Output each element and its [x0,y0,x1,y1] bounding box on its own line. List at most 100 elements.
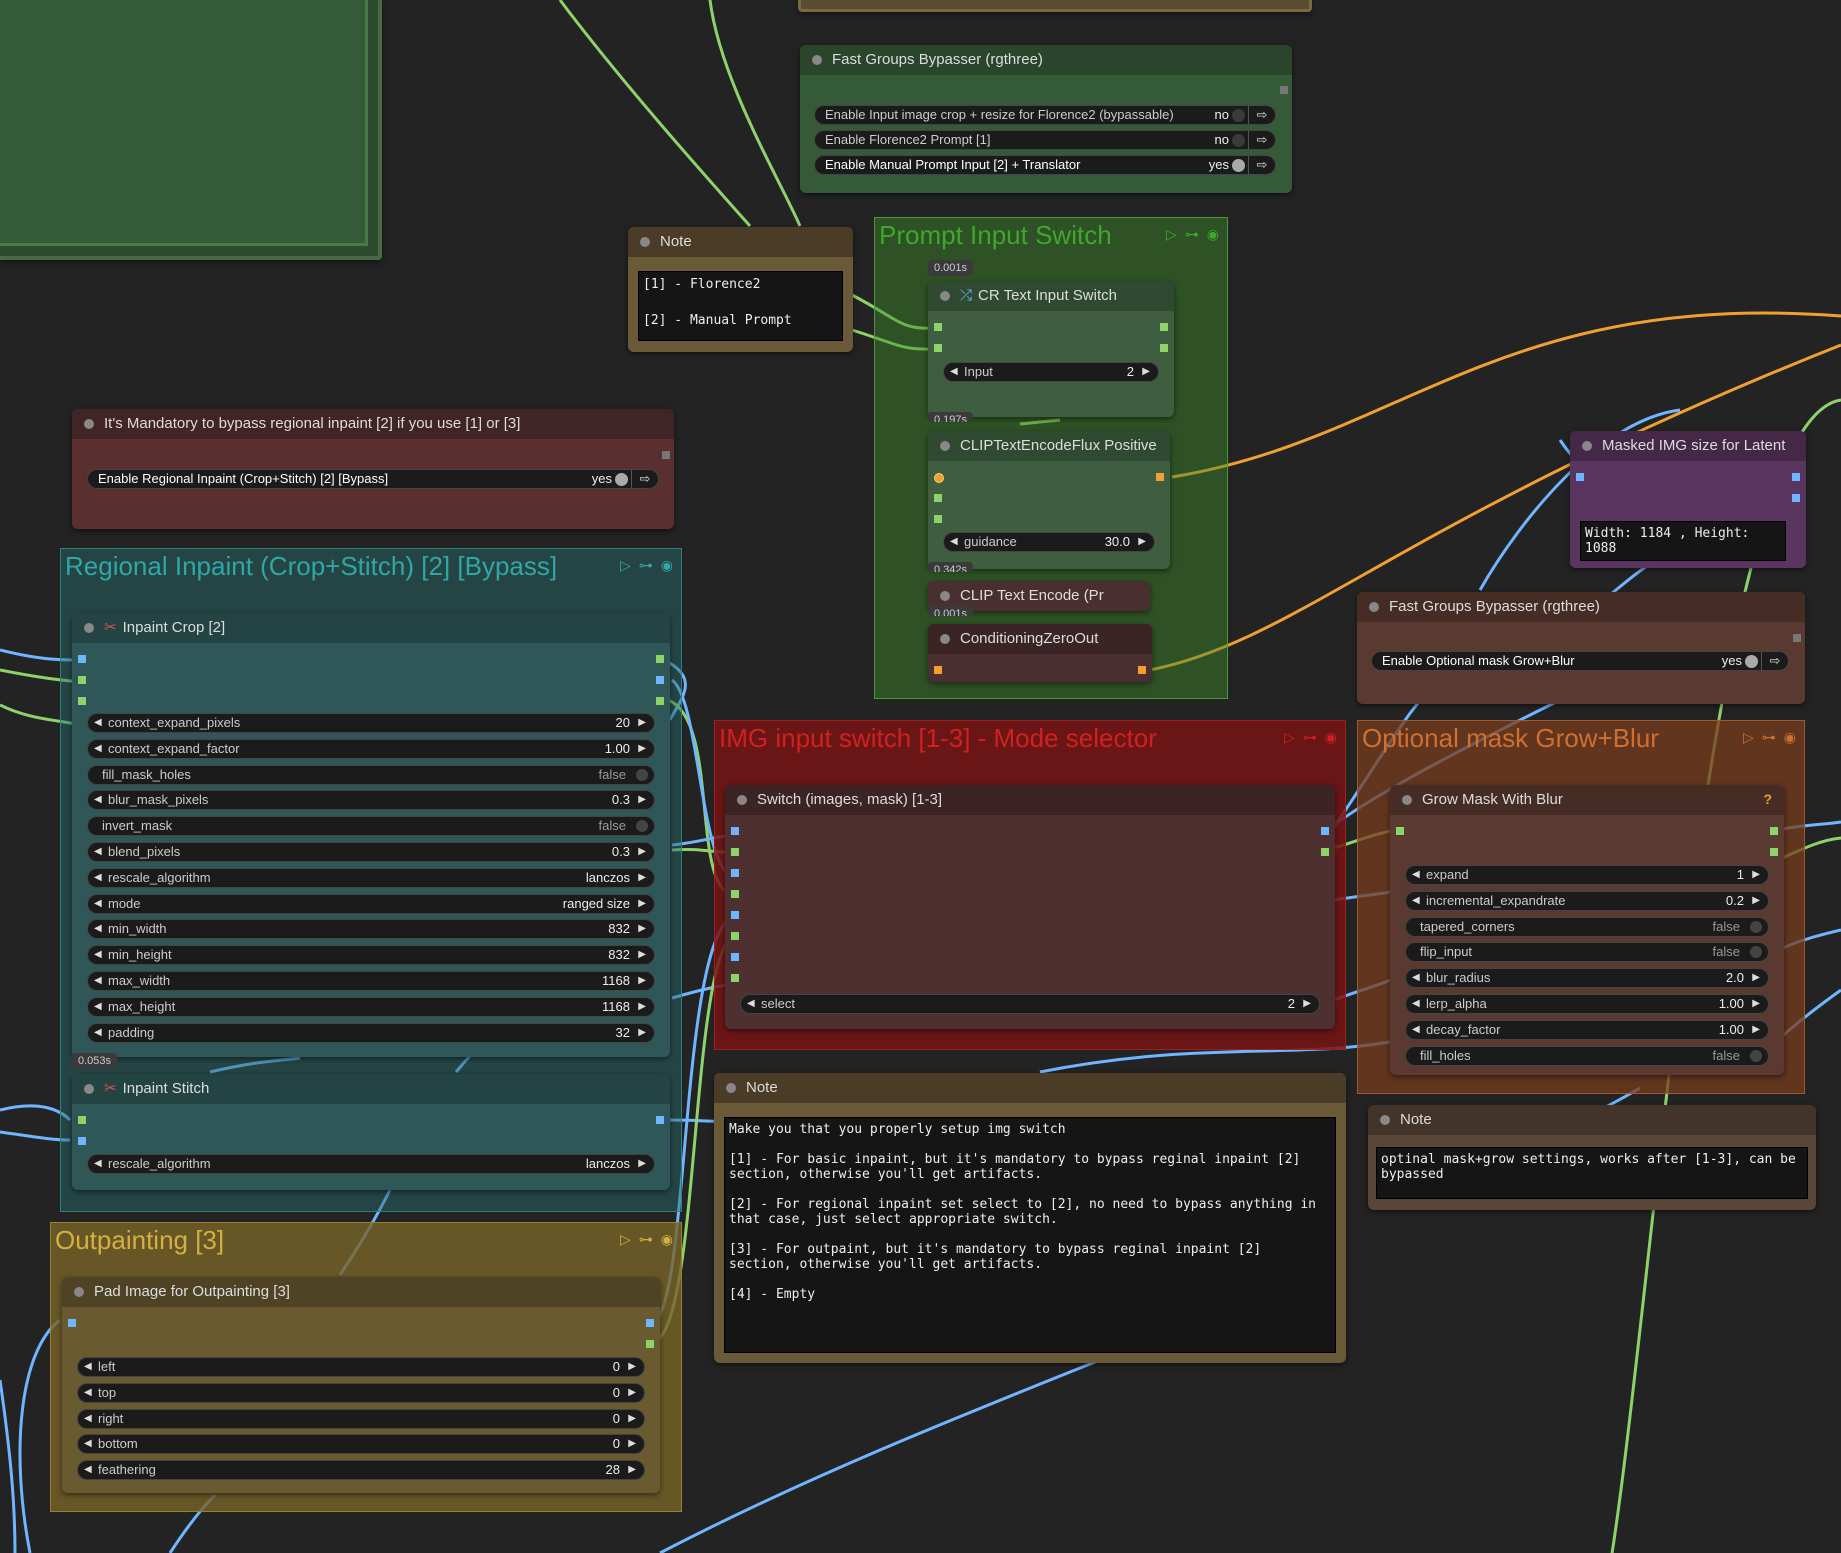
collapse-dot-icon[interactable] [640,237,650,247]
input-socket[interactable] [68,1319,76,1327]
node-title[interactable]: ⤮ CR Text Input Switch [928,281,1174,311]
output-socket[interactable] [662,451,670,459]
eye-icon[interactable]: ◉ [661,557,673,574]
arrow-right-icon[interactable]: ▶ [638,998,646,1016]
clip-input-socket[interactable] [934,473,944,483]
widget-invert-mask[interactable]: invert_mask false [87,816,655,837]
widget-blend-pixels[interactable]: ◀ blend_pixels 0.3 ▶ [87,842,655,862]
switch-images-mask-node[interactable]: Switch (images, mask) [1-3] ◀ select 2 ▶ [725,785,1335,1029]
arrow-left-icon[interactable]: ◀ [747,995,755,1013]
arrow-right-icon[interactable]: ▶ [1752,995,1760,1013]
arrow-right-icon[interactable]: ▶ [638,1024,646,1042]
fgb-toggle-row[interactable]: Enable Regional Inpaint (Crop+Stitch) [2… [87,469,659,489]
collapse-dot-icon[interactable] [726,1083,736,1093]
node-title[interactable]: Pad Image for Outpainting [3] [62,1277,660,1307]
arrow-left-icon[interactable]: ◀ [84,1435,92,1453]
widget-padding[interactable]: ◀ padding 32 ▶ [87,1022,655,1043]
widget-blur-radius[interactable]: ◀ blur_radius 2.0 ▶ [1405,968,1769,989]
input-socket[interactable] [78,676,86,684]
toggle-knob-icon[interactable] [636,820,648,833]
group-title[interactable]: Regional Inpaint (Crop+Stitch) [2] [Bypa… [65,549,557,583]
link-icon[interactable]: ⊶ [1762,729,1776,746]
link-icon[interactable]: ⊶ [639,557,653,574]
collapse-dot-icon[interactable] [940,634,950,644]
node-title[interactable]: Switch (images, mask) [1-3] [725,785,1335,815]
collapse-dot-icon[interactable] [74,1287,84,1297]
arrow-right-icon[interactable]: ▶ [628,1435,636,1453]
input-socket[interactable] [731,911,739,919]
input-socket[interactable] [934,344,942,352]
collapse-dot-icon[interactable] [84,1084,94,1094]
widget-min-width[interactable]: ◀ min_width 832 ▶ [87,919,655,940]
widget-right[interactable]: ◀ right 0 ▶ [77,1408,645,1429]
arrow-left-icon[interactable]: ◀ [84,1410,92,1428]
arrow-right-icon[interactable]: ▶ [1752,1021,1760,1039]
node-title[interactable]: Note [1368,1105,1816,1135]
arrow-left-icon[interactable]: ◀ [94,740,102,758]
group-title[interactable]: Outpainting [3] [55,1223,224,1257]
collapse-dot-icon[interactable] [1582,441,1592,451]
arrow-left-icon[interactable]: ◀ [94,843,102,861]
output-socket[interactable] [1138,666,1146,674]
output-socket[interactable] [1770,848,1778,856]
output-socket[interactable] [1770,827,1778,835]
arrow-right-icon[interactable]: ▶ [638,791,646,809]
arrow-left-icon[interactable]: ◀ [94,946,102,964]
note-text[interactable]: optinal mask+grow settings, works after … [1376,1147,1808,1199]
input-widget[interactable]: ◀ Input 2 ▶ [943,362,1159,382]
output-socket[interactable] [656,697,664,705]
arrow-left-icon[interactable]: ◀ [1412,892,1420,910]
go-arrow-icon[interactable]: ⇨ [631,470,658,488]
widget-fill-mask-holes[interactable]: fill_mask_holes false [87,764,655,785]
collapse-dot-icon[interactable] [1402,795,1412,805]
output-socket[interactable] [1160,323,1168,331]
input-socket[interactable] [78,655,86,663]
link-icon[interactable]: ⊶ [1303,729,1317,746]
fast-groups-bypasser-mandatory[interactable]: It's Mandatory to bypass regional inpain… [72,409,674,529]
select-widget[interactable]: ◀ select 2 ▶ [740,994,1320,1014]
widget-decay-factor[interactable]: ◀ decay_factor 1.00 ▶ [1405,1019,1769,1040]
arrow-left-icon[interactable]: ◀ [94,972,102,990]
arrow-right-icon[interactable]: ▶ [638,740,646,758]
arrow-left-icon[interactable]: ◀ [94,869,102,887]
widget-rescale-algorithm[interactable]: ◀ rescale_algorithm lanczos ▶ [87,867,655,888]
widget-max-width[interactable]: ◀ max_width 1168 ▶ [87,971,655,991]
widget-bottom[interactable]: ◀ bottom 0 ▶ [77,1434,645,1455]
output-socket[interactable] [1792,494,1800,502]
arrow-left-icon[interactable]: ◀ [950,363,958,381]
input-socket[interactable] [934,666,942,674]
input-socket[interactable] [731,974,739,982]
output-socket[interactable] [656,655,664,663]
arrow-right-icon[interactable]: ▶ [1752,969,1760,987]
play-icon[interactable]: ▷ [620,1231,631,1248]
arrow-right-icon[interactable]: ▶ [628,1384,636,1402]
arrow-left-icon[interactable]: ◀ [94,998,102,1016]
eye-icon[interactable]: ◉ [1325,729,1337,746]
arrow-right-icon[interactable]: ▶ [1752,892,1760,910]
fgb-toggle-row[interactable]: Enable Optional mask Grow+Blur yes ⇨ [1371,651,1789,671]
output-socket[interactable] [646,1319,654,1327]
note-text[interactable]: Make you that you properly setup img swi… [724,1117,1336,1353]
arrow-right-icon[interactable]: ▶ [638,895,646,913]
widget-flip-input[interactable]: flip_input false [1405,942,1769,963]
node-title[interactable]: Fast Groups Bypasser (rgthree) [800,45,1292,75]
arrow-left-icon[interactable]: ◀ [84,1358,92,1376]
input-socket[interactable] [731,827,739,835]
arrow-right-icon[interactable]: ▶ [638,869,646,887]
widget-min-height[interactable]: ◀ min_height 832 ▶ [87,945,655,966]
input-socket[interactable] [934,494,942,502]
node-title[interactable]: ConditioningZeroOut [928,624,1152,654]
arrow-left-icon[interactable]: ◀ [1412,995,1420,1013]
toggle-knob-icon[interactable] [636,768,648,781]
widget-tapered-corners[interactable]: tapered_corners false [1405,916,1769,937]
guidance-widget[interactable]: ◀ guidance 30.0 ▶ [943,532,1155,552]
widget-expand[interactable]: ◀ expand 1 ▶ [1405,865,1769,885]
fgb-toggle-row[interactable]: Enable Input image crop + resize for Flo… [814,105,1276,125]
play-icon[interactable]: ▷ [1284,729,1295,746]
node-title[interactable]: ✂ Inpaint Stitch [72,1074,670,1104]
output-socket[interactable] [1160,344,1168,352]
collapse-dot-icon[interactable] [940,441,950,451]
collapse-dot-icon[interactable] [84,419,94,429]
node-title[interactable]: Masked IMG size for Latent [1570,431,1806,461]
eye-icon[interactable]: ◉ [661,1231,673,1248]
